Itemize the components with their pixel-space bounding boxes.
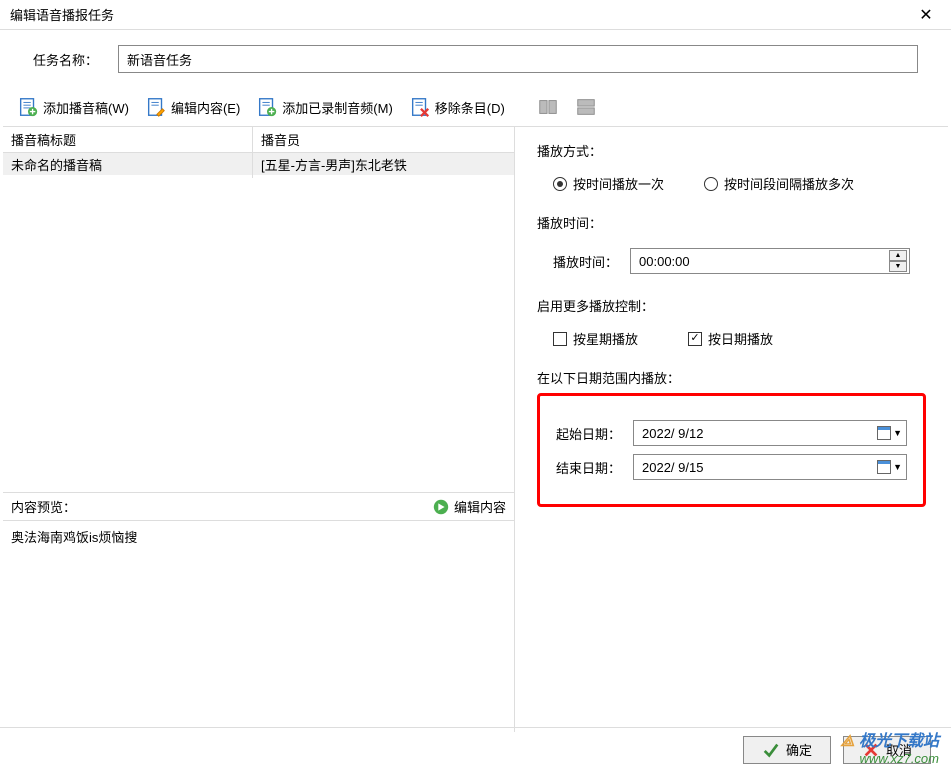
list-row-title: 未命名的播音稿: [3, 153, 253, 178]
play-time-input[interactable]: 00:00:00 ▲ ▼: [630, 248, 910, 274]
remove-item-icon: [409, 96, 431, 118]
play-time-field-label: 播放时间：: [553, 252, 618, 271]
spinner-down[interactable]: ▼: [889, 261, 907, 272]
checkbox-by-week-label: 按星期播放: [573, 329, 638, 348]
add-document-icon: [17, 96, 39, 118]
end-date-label: 结束日期：: [556, 458, 621, 477]
edit-content-button[interactable]: 编辑内容(E): [139, 92, 246, 122]
add-script-button[interactable]: 添加播音稿(W): [11, 92, 135, 122]
checkbox-by-date-label: 按日期播放: [708, 329, 773, 348]
radio-icon: [704, 177, 718, 191]
check-icon: [762, 741, 780, 759]
calendar-icon: [877, 426, 891, 440]
preview-header: 内容预览： 编辑内容: [3, 493, 514, 521]
start-date-label: 起始日期：: [556, 424, 621, 443]
task-name-label: 任务名称：: [33, 50, 98, 69]
task-name-row: 任务名称：: [3, 30, 948, 88]
extra-icon-1: [537, 96, 559, 118]
ok-label: 确定: [786, 740, 812, 759]
preview-section: 内容预览： 编辑内容 奥法海南鸡饭is烦恼搜: [3, 492, 514, 732]
start-date-input[interactable]: 2022/ 9/12 ▼: [633, 420, 907, 446]
preview-edit-label: 编辑内容: [454, 497, 506, 516]
end-date-row: 结束日期： 2022/ 9/15 ▼: [556, 454, 907, 480]
end-date-input[interactable]: 2022/ 9/15 ▼: [633, 454, 907, 480]
list-header: 播音稿标题 播音员: [3, 127, 514, 153]
task-name-input[interactable]: [118, 45, 918, 73]
cancel-x-icon: [862, 741, 880, 759]
extra-button-2[interactable]: [569, 92, 603, 122]
extra-icon-2: [575, 96, 597, 118]
list-header-voice[interactable]: 播音员: [253, 126, 514, 153]
date-range-label: 在以下日期范围内播放：: [537, 368, 926, 387]
checkbox-checked-icon: ✓: [688, 332, 702, 346]
preview-edit-link[interactable]: 编辑内容: [432, 497, 506, 516]
ok-button[interactable]: 确定: [743, 736, 831, 764]
left-pane: 播音稿标题 播音员 未命名的播音稿 [五星-方言-男声]东北老铁 内容预览： 编…: [3, 127, 515, 732]
play-mode-label: 播放方式：: [537, 141, 926, 160]
start-date-row: 起始日期： 2022/ 9/12 ▼: [556, 420, 907, 446]
play-time-value: 00:00:00: [639, 254, 690, 269]
list-row[interactable]: 未命名的播音稿 [五星-方言-男声]东北老铁: [3, 153, 514, 175]
right-pane: 播放方式： 按时间播放一次 按时间段间隔播放多次 播放时间： 播放时间： 00:…: [515, 127, 948, 732]
more-control-label: 启用更多播放控制：: [537, 296, 926, 315]
edit-document-icon: [145, 96, 167, 118]
footer: 确定 取消: [0, 727, 951, 771]
edit-content-label: 编辑内容(E): [171, 98, 240, 117]
radio-play-once[interactable]: 按时间播放一次: [553, 174, 664, 193]
radio-play-once-label: 按时间播放一次: [573, 174, 664, 193]
list-row-voice: [五星-方言-男声]东北老铁: [253, 153, 514, 178]
play-time-section-label: 播放时间：: [537, 213, 926, 232]
time-spinner: ▲ ▼: [889, 250, 907, 272]
start-date-picker-button[interactable]: ▼: [877, 426, 902, 440]
main-split: 播音稿标题 播音员 未命名的播音稿 [五星-方言-男声]东北老铁 内容预览： 编…: [3, 127, 948, 732]
date-range-section: 起始日期： 2022/ 9/12 ▼ 结束日期： 2022/ 9/15: [537, 393, 926, 507]
remove-item-label: 移除条目(D): [435, 98, 505, 117]
end-date-value: 2022/ 9/15: [642, 460, 703, 475]
checkbox-by-date[interactable]: ✓ 按日期播放: [688, 329, 773, 348]
chevron-down-icon: ▼: [893, 428, 902, 438]
play-mode-radios: 按时间播放一次 按时间段间隔播放多次: [537, 168, 926, 207]
add-recorded-button[interactable]: 添加已录制音频(M): [250, 92, 399, 122]
end-date-picker-button[interactable]: ▼: [877, 460, 902, 474]
spinner-up[interactable]: ▲: [889, 250, 907, 261]
radio-play-interval[interactable]: 按时间段间隔播放多次: [704, 174, 854, 193]
content-area: 任务名称： 添加播音稿(W) 编辑内容(E) 添加已录制音频(M) 移除条目(D…: [0, 30, 951, 732]
extra-button-1[interactable]: [531, 92, 565, 122]
arrow-circle-icon: [432, 498, 450, 516]
checkbox-icon: [553, 332, 567, 346]
calendar-icon: [877, 460, 891, 474]
toolbar: 添加播音稿(W) 编辑内容(E) 添加已录制音频(M) 移除条目(D): [3, 88, 948, 127]
add-recorded-label: 添加已录制音频(M): [282, 98, 393, 117]
titlebar: 编辑语音播报任务 ✕: [0, 0, 951, 30]
remove-item-button[interactable]: 移除条目(D): [403, 92, 511, 122]
dialog-title: 编辑语音播报任务: [10, 5, 114, 24]
chevron-down-icon: ▼: [893, 462, 902, 472]
play-time-row: 播放时间： 00:00:00 ▲ ▼: [537, 240, 926, 290]
cancel-button[interactable]: 取消: [843, 736, 931, 764]
preview-label: 内容预览：: [11, 497, 76, 516]
radio-play-interval-label: 按时间段间隔播放多次: [724, 174, 854, 193]
add-script-label: 添加播音稿(W): [43, 98, 129, 117]
more-control-checkboxes: 按星期播放 ✓ 按日期播放: [537, 323, 926, 362]
list-body[interactable]: 未命名的播音稿 [五星-方言-男声]东北老铁: [3, 153, 514, 492]
add-audio-icon: [256, 96, 278, 118]
close-button[interactable]: ✕: [911, 5, 941, 25]
radio-icon: [553, 177, 567, 191]
preview-body: 奥法海南鸡饭is烦恼搜: [3, 521, 514, 732]
start-date-value: 2022/ 9/12: [642, 426, 703, 441]
cancel-label: 取消: [886, 740, 912, 759]
checkbox-by-week[interactable]: 按星期播放: [553, 329, 638, 348]
list-header-title[interactable]: 播音稿标题: [3, 126, 253, 153]
